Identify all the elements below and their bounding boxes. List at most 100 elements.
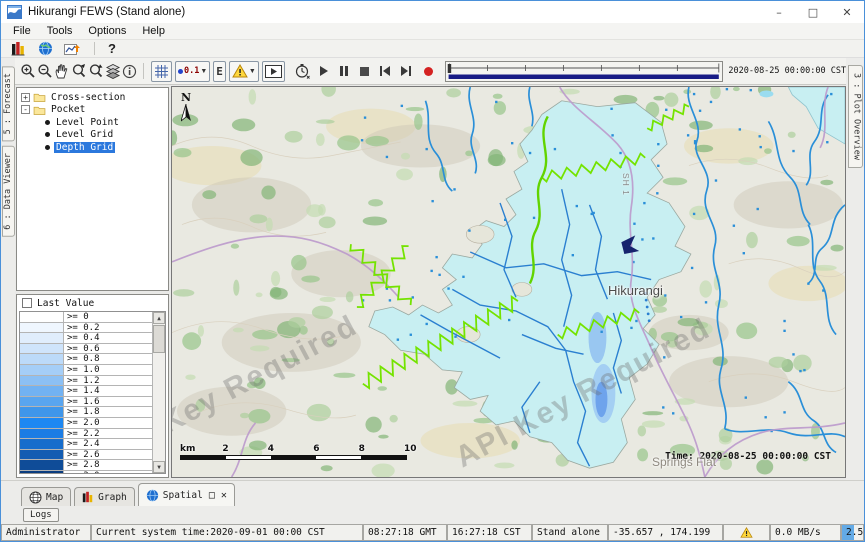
data-display-button[interactable] xyxy=(9,38,27,59)
right-tab-strip: 3 : Plot Overview xyxy=(846,58,864,480)
gauge-dot xyxy=(783,320,785,322)
zoom-in-button[interactable] xyxy=(20,61,36,82)
tab-plot-overview[interactable]: 3 : Plot Overview xyxy=(848,65,863,168)
menu-file[interactable]: File xyxy=(5,24,39,38)
vegetation-patch xyxy=(312,306,333,320)
tab-restore-icon[interactable]: □ xyxy=(209,490,215,501)
zoom-next-button[interactable] xyxy=(88,61,104,82)
tab-spatial[interactable]: Spatial □ ✕ xyxy=(138,483,235,506)
vegetation-patch xyxy=(494,462,514,468)
animation-button[interactable] xyxy=(262,61,285,82)
gauge-dot xyxy=(468,229,470,231)
step-back-button[interactable] xyxy=(377,61,393,82)
gauge-dot xyxy=(508,319,510,321)
gauge-dot xyxy=(397,338,399,340)
scrollbar-thumb[interactable] xyxy=(153,325,165,353)
gauge-dot xyxy=(783,330,785,332)
logs-button[interactable]: Logs xyxy=(23,508,59,522)
toolbar-separator xyxy=(94,42,95,55)
tree-item-cross-section[interactable]: +Cross-section xyxy=(17,91,168,104)
minimize-button[interactable]: – xyxy=(762,1,796,23)
app-window: Hikurangi FEWS (Stand alone) – □ ✕ File … xyxy=(0,0,865,542)
layers-button[interactable] xyxy=(105,61,121,82)
timeseries-display-button[interactable] xyxy=(63,38,81,59)
gauge-dot xyxy=(687,134,689,136)
status-mode: Stand alone xyxy=(532,524,608,541)
maximize-button[interactable]: □ xyxy=(796,1,830,23)
info-button[interactable] xyxy=(122,61,138,82)
scroll-down-icon[interactable]: ▼ xyxy=(153,461,165,473)
menu-tools[interactable]: Tools xyxy=(39,24,81,38)
legend-color-swatch xyxy=(20,376,64,386)
vegetation-patch xyxy=(249,89,257,105)
thresholds-dropdown[interactable]: ▼ xyxy=(229,61,259,82)
bar-chart-icon xyxy=(82,491,94,503)
interval-dropdown[interactable]: 0.1 ▼ xyxy=(175,61,210,82)
scroll-up-icon[interactable]: ▲ xyxy=(153,312,165,324)
gauge-dot xyxy=(822,289,824,291)
vegetation-patch xyxy=(240,149,262,166)
tree-item-depth-grid[interactable]: Depth Grid xyxy=(17,141,168,154)
map-canvas xyxy=(172,87,845,477)
gauge-dot xyxy=(665,109,667,111)
tree-item-level-grid[interactable]: Level Grid xyxy=(17,129,168,142)
pause-button[interactable] xyxy=(336,61,352,82)
status-memory: 2.5 GB xyxy=(841,524,864,541)
play-button[interactable] xyxy=(316,61,332,82)
map-display-button[interactable] xyxy=(36,38,54,59)
vegetation-patch xyxy=(271,271,280,286)
vegetation-patch xyxy=(261,186,275,200)
place-label-town: Hikurangi xyxy=(608,283,663,298)
timer-button[interactable] xyxy=(294,61,310,82)
legend-color-swatch xyxy=(20,386,64,396)
vegetation-patch xyxy=(270,287,281,298)
menu-help[interactable]: Help xyxy=(134,24,173,38)
tab-forecast[interactable]: 5 : Forecast xyxy=(2,66,15,141)
close-button[interactable]: ✕ xyxy=(830,1,864,23)
legend-panel: Last Value >= 0>= 0.2>= 0.4>= 0.6>= 0.8>… xyxy=(16,294,169,478)
stop-button[interactable] xyxy=(357,61,373,82)
status-warning-cell[interactable] xyxy=(723,524,770,541)
help-button[interactable]: ? xyxy=(108,41,116,56)
legend-row-label: >= 0.8 xyxy=(64,354,152,364)
vegetation-patch xyxy=(401,153,410,160)
legend-scrollbar[interactable]: ▲ ▼ xyxy=(152,312,165,473)
zoom-previous-button[interactable] xyxy=(71,61,87,82)
gauge-dot xyxy=(672,412,674,414)
pan-button[interactable] xyxy=(54,61,70,82)
timeline-slider[interactable] xyxy=(445,61,723,82)
vegetation-patch xyxy=(788,132,796,138)
legend-row: >= 2.2 xyxy=(20,429,152,440)
vegetation-patch xyxy=(327,338,334,346)
longitudinal-profile-button[interactable]: E xyxy=(213,61,226,82)
legend-row-label: >= 2.2 xyxy=(64,429,152,439)
north-arrow: N xyxy=(181,91,191,127)
map-view[interactable]: API Key Required API Key Required N km 2… xyxy=(171,86,846,478)
tree-item-label: Level Grid xyxy=(54,129,115,140)
gauge-dot xyxy=(743,252,745,254)
tree-expander-icon[interactable]: + xyxy=(21,93,30,102)
zoom-out-button[interactable] xyxy=(37,61,53,82)
tree-expander-icon[interactable]: - xyxy=(21,105,30,114)
vegetation-patch xyxy=(642,420,665,427)
last-value-checkbox[interactable] xyxy=(22,298,32,308)
gauge-dot xyxy=(693,93,695,95)
vegetation-patch xyxy=(511,440,517,449)
tree-item-pocket[interactable]: -Pocket xyxy=(17,104,168,117)
gauge-dot xyxy=(641,238,643,240)
vegetation-patch xyxy=(319,216,336,228)
tab-data-viewer[interactable]: 6 : Data Viewer xyxy=(2,146,15,237)
tab-graph[interactable]: Graph xyxy=(74,487,135,506)
step-forward-button[interactable] xyxy=(398,61,414,82)
gauge-dot xyxy=(511,142,513,144)
menu-options[interactable]: Options xyxy=(80,24,134,38)
record-button[interactable] xyxy=(421,61,437,82)
vegetation-patch xyxy=(316,119,335,124)
tree-item-level-point[interactable]: Level Point xyxy=(17,116,168,129)
vegetation-patch xyxy=(346,291,354,302)
tab-map[interactable]: Map xyxy=(21,487,71,506)
deep-water-patch xyxy=(595,382,607,417)
grid-display-button[interactable] xyxy=(151,61,172,82)
gauge-dot xyxy=(453,188,455,190)
tab-close-icon[interactable]: ✕ xyxy=(221,490,227,501)
